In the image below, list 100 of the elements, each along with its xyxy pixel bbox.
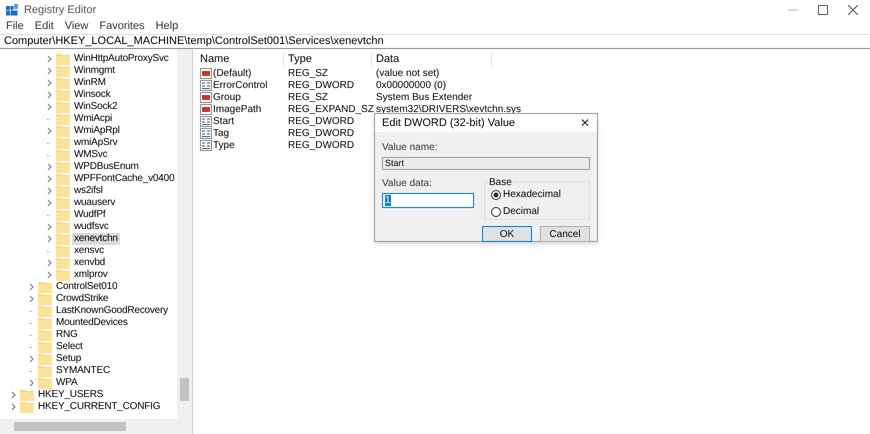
value-data: 0x00000000 (0) [375, 78, 446, 92]
column-header[interactable]: Name [196, 52, 284, 67]
chevron-icon[interactable] [46, 127, 52, 135]
vertical-scrollbar[interactable] [177, 49, 192, 419]
chevron-icon[interactable] [46, 175, 52, 183]
chevron-icon[interactable] [46, 163, 52, 171]
column-header[interactable]: Type [284, 52, 372, 67]
chevron-icon[interactable] [46, 271, 52, 279]
value-name[interactable]: Group [213, 90, 241, 104]
dialog-button[interactable]: Cancel [540, 226, 590, 242]
dialog-button[interactable]: OK [482, 226, 532, 242]
string-value-icon [200, 92, 212, 102]
folder-icon [56, 257, 70, 269]
tree-item[interactable]: HKEY_USERS [36, 389, 106, 401]
tree-item[interactable]: WPDBusEnum [72, 161, 141, 173]
chevron-icon[interactable] [46, 103, 52, 111]
tree-item[interactable]: wmiApSrv [72, 137, 120, 149]
maximize-icon[interactable] [818, 5, 828, 15]
menu-item[interactable]: View [64, 18, 88, 35]
value-name-field[interactable]: Start [382, 157, 590, 170]
tree-item[interactable]: xmlprov [72, 269, 110, 281]
tree-item[interactable]: WmiAcpi [72, 113, 114, 125]
tree-item[interactable]: CrowdStrike [54, 293, 110, 305]
chevron-icon[interactable] [28, 295, 34, 303]
tree-item[interactable]: WPFFontCache_v0400 [72, 173, 176, 185]
tree-item[interactable]: ws2ifsl [72, 185, 105, 197]
chevron-icon[interactable] [46, 67, 52, 75]
menu-item[interactable]: File [6, 18, 24, 35]
close-icon[interactable] [848, 5, 858, 15]
tree-item[interactable]: RNG [54, 329, 80, 341]
folder-icon [56, 233, 70, 245]
value-name[interactable]: ImagePath [213, 102, 262, 116]
value-data-field[interactable]: 1 [382, 193, 474, 208]
tree-item[interactable]: WudfPf [72, 209, 108, 221]
address-bar[interactable]: Computer\HKEY_LOCAL_MACHINE\temp\ControlSet001\Services\xenevtchn [0, 34, 870, 49]
chevron-icon[interactable] [46, 199, 52, 207]
menu-item[interactable]: Edit [34, 18, 54, 35]
chevron-icon[interactable] [46, 187, 52, 195]
tree-item[interactable]: Setup [54, 353, 84, 365]
chevron-icon[interactable] [10, 403, 16, 411]
radio-button[interactable] [491, 206, 501, 216]
folder-icon [38, 281, 52, 293]
close-button[interactable]: ✕ [580, 114, 590, 132]
tree-item[interactable]: xenvbd [72, 257, 108, 269]
value-type: REG_DWORD [288, 116, 354, 126]
field-label: Value data: [382, 177, 433, 191]
tree-item[interactable]: Winmgmt [72, 65, 117, 77]
tree-item[interactable]: WMSvc [72, 149, 110, 161]
tree-item[interactable]: WPA [54, 377, 80, 389]
value-type: REG_SZ [288, 68, 328, 78]
chevron-icon[interactable] [46, 79, 52, 87]
chevron-icon[interactable] [28, 355, 34, 363]
value-name[interactable]: (Default) [213, 66, 252, 80]
tree-item[interactable]: wuauserv [72, 197, 118, 209]
menu-item[interactable]: Favorites [99, 18, 145, 35]
tree-item[interactable]: MountedDevices [54, 317, 130, 329]
value-type: REG_DWORD [288, 128, 354, 138]
binary-value-icon [200, 80, 212, 90]
radio-label: Decimal [503, 205, 540, 219]
tree-item[interactable]: ControlSet010 [54, 281, 120, 293]
folder-icon [56, 245, 70, 257]
chevron-icon[interactable] [46, 235, 52, 243]
tree-item[interactable]: SYMANTEC [54, 365, 112, 377]
radio-label: Hexadecimal [503, 188, 561, 202]
folder-icon [38, 305, 52, 317]
tree-item[interactable]: WmiApRpl [72, 125, 122, 137]
value-name[interactable]: ErrorControl [213, 78, 268, 92]
folder-icon [38, 377, 52, 389]
tree-item[interactable]: Winsock [72, 89, 112, 101]
tree-item[interactable]: LastKnownGoodRecovery [54, 305, 170, 317]
tree-item[interactable]: WinHttpAutoProxySvc [72, 53, 171, 65]
tree-item[interactable]: WinSock2 [72, 101, 120, 113]
binary-value-icon [200, 116, 212, 126]
tree-item[interactable]: Select [54, 341, 85, 353]
value-name[interactable]: Start [213, 114, 234, 128]
chevron-icon[interactable] [46, 91, 52, 99]
chevron-icon[interactable] [28, 283, 34, 291]
radio-button[interactable] [491, 190, 501, 200]
folder-icon [56, 149, 70, 161]
chevron-icon[interactable] [28, 379, 34, 387]
value-type: REG_DWORD [288, 140, 354, 150]
folder-icon [56, 185, 70, 197]
menu-item[interactable]: Help [156, 18, 178, 35]
chevron-icon[interactable] [46, 259, 52, 267]
value-name[interactable]: Type [213, 138, 235, 152]
chevron-icon[interactable] [46, 223, 52, 231]
folder-icon [38, 293, 52, 305]
value-type: REG_DWORD [288, 80, 354, 90]
column-header[interactable]: Data [372, 52, 492, 67]
tree-item[interactable]: xensvc [72, 245, 106, 257]
chevron-icon[interactable] [46, 55, 52, 63]
value-name[interactable]: Tag [213, 126, 230, 140]
field-label: Value name: [382, 141, 438, 155]
folder-icon [38, 365, 52, 377]
tree-item[interactable]: HKEY_CURRENT_CONFIG [36, 401, 162, 413]
horizontal-scrollbar[interactable] [0, 419, 192, 434]
tree-item[interactable]: xenevtchn [72, 233, 120, 245]
tree-item[interactable]: WinRM [72, 77, 108, 89]
chevron-icon[interactable] [10, 391, 16, 399]
tree-item[interactable]: wudfsvc [72, 221, 111, 233]
